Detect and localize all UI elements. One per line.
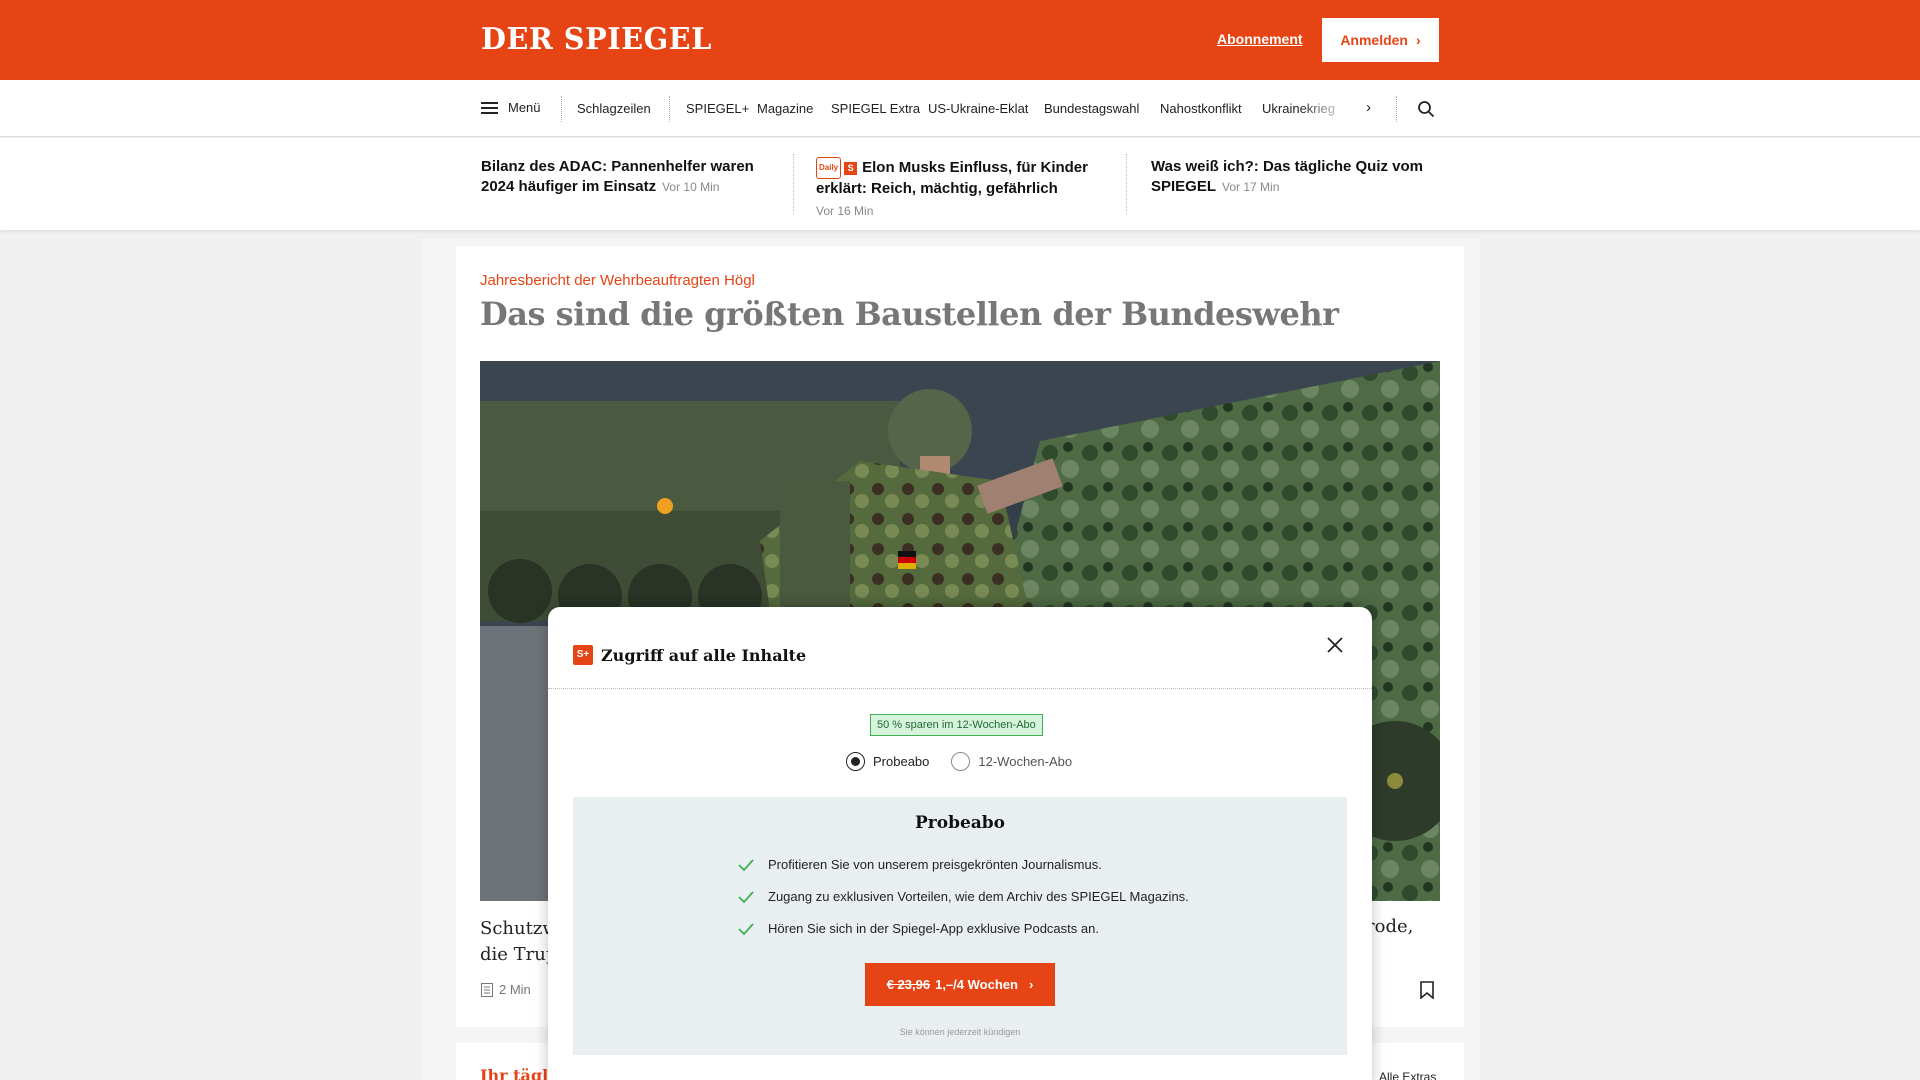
- headline-time: Vor 10 Min: [662, 180, 720, 194]
- spiegel-logo[interactable]: DER SPIEGEL: [481, 22, 712, 57]
- hamburger-icon: [481, 101, 498, 114]
- subscribe-button[interactable]: € 23,96 1,–/4 Wochen ›: [865, 963, 1055, 1006]
- chevron-right-icon: ›: [1028, 977, 1034, 992]
- chevron-right-icon: ›: [1416, 32, 1421, 48]
- top-bar: DER SPIEGEL Abonnement Anmelden ›: [0, 0, 1920, 80]
- check-icon: [738, 922, 754, 935]
- nav-item-bundestagswahl[interactable]: Bundestagswahl: [1044, 101, 1139, 116]
- nav-item-spiegel-plus[interactable]: SPIEGEL+: [686, 101, 749, 116]
- benefit-text: Profitieren Sie von unserem preisgekrönt…: [768, 857, 1102, 872]
- savings-badge: 50 % sparen im 12-Wochen-Abo: [870, 714, 1043, 736]
- benefit-text: Hören Sie sich in der Spiegel-App exklus…: [768, 921, 1099, 936]
- headline-time: Vor 17 Min: [1222, 180, 1280, 194]
- all-extras-link[interactable]: Alle Extras: [1379, 1070, 1436, 1080]
- login-button[interactable]: Anmelden ›: [1322, 18, 1439, 62]
- headline-time: Vor 16 Min: [816, 204, 874, 218]
- check-icon: [738, 858, 754, 871]
- radio-probeabo[interactable]: [846, 752, 865, 771]
- article-title[interactable]: Das sind die größten Baustellen der Bund…: [480, 295, 1339, 333]
- headline-divider: [1126, 154, 1127, 214]
- modal-divider: [548, 688, 1372, 689]
- check-icon: [738, 890, 754, 903]
- latest-headlines: Bilanz des ADAC: Pannenhelfer waren 2024…: [0, 138, 1920, 230]
- teaser-line: die Trup: [480, 944, 558, 965]
- close-button[interactable]: [1324, 634, 1346, 656]
- bookmark-icon[interactable]: [1420, 981, 1434, 999]
- modal-header: S+ Zugriff auf alle Inhalte: [573, 645, 806, 665]
- nav-item-magazine[interactable]: Magazine: [757, 101, 813, 116]
- radio-label-12-wochen[interactable]: 12-Wochen-Abo: [978, 754, 1072, 769]
- nav-fade: [1300, 90, 1350, 126]
- headline-title: Was weiß ich?: Das tägliche Quiz vom SPI…: [1151, 158, 1423, 195]
- nav-item-schlagzeilen[interactable]: Schlagzeilen: [577, 101, 651, 116]
- nav-item-nahostkonflikt[interactable]: Nahostkonflikt: [1160, 101, 1242, 116]
- main-navigation: Menü Schlagzeilen SPIEGEL+ Magazine SPIE…: [0, 80, 1920, 137]
- headline-item[interactable]: Was weiß ich?: Das tägliche Quiz vom SPI…: [1151, 157, 1441, 197]
- nav-divider: [1396, 96, 1397, 122]
- splus-icon: S: [844, 162, 858, 175]
- headline-item[interactable]: Bilanz des ADAC: Pannenhelfer waren 2024…: [481, 157, 771, 197]
- nav-divider: [561, 96, 562, 122]
- menu-label: Menü: [508, 100, 541, 115]
- nav-item-spiegel-extra[interactable]: SPIEGEL Extra: [831, 101, 920, 116]
- nav-item-us-ukraine[interactable]: US-Ukraine-Eklat: [928, 101, 1028, 116]
- plan-title: Probeabo: [914, 813, 1006, 833]
- benefit-item: Zugang zu exklusiven Vorteilen, wie dem …: [738, 889, 1189, 904]
- login-label: Anmelden: [1340, 32, 1408, 48]
- benefit-item: Hören Sie sich in der Spiegel-App exklus…: [738, 921, 1099, 936]
- radio-label-probeabo[interactable]: Probeabo: [873, 754, 929, 769]
- article-meta: 2 Min: [481, 982, 531, 997]
- search-icon[interactable]: [1417, 100, 1435, 118]
- close-icon: [1327, 637, 1343, 653]
- benefit-item: Profitieren Sie von unserem preisgekrönt…: [738, 857, 1102, 872]
- read-time: 2 Min: [499, 982, 531, 997]
- headline-item[interactable]: Daily S Elon Musks Einfluss, für Kinder er…: [816, 157, 1106, 221]
- modal-title: Zugriff auf alle Inhalte: [601, 645, 807, 665]
- splus-icon: S+: [573, 645, 593, 665]
- cancel-note: Sie können jederzeit kündigen: [899, 1027, 1021, 1037]
- article-icon: [481, 982, 493, 997]
- teaser-line-right: rode,: [1366, 916, 1414, 937]
- benefit-text: Zugang zu exklusiven Vorteilen, wie dem …: [768, 889, 1189, 904]
- headline-divider: [793, 154, 794, 214]
- nav-divider: [669, 96, 670, 122]
- new-price: 1,–/4 Wochen: [935, 977, 1018, 992]
- article-kicker[interactable]: Jahresbericht der Wehrbeauftragten Högl: [480, 272, 755, 289]
- plan-selector: Probeabo 12-Wochen-Abo: [846, 752, 1072, 771]
- radio-12-wochen[interactable]: [951, 752, 971, 771]
- menu-button[interactable]: Menü: [481, 100, 541, 115]
- nav-scroll-right-icon[interactable]: ›: [1366, 99, 1371, 116]
- podcast-badge: Daily: [816, 157, 842, 179]
- subscription-link[interactable]: Abonnement: [1217, 31, 1303, 47]
- old-price: € 23,96: [886, 977, 931, 992]
